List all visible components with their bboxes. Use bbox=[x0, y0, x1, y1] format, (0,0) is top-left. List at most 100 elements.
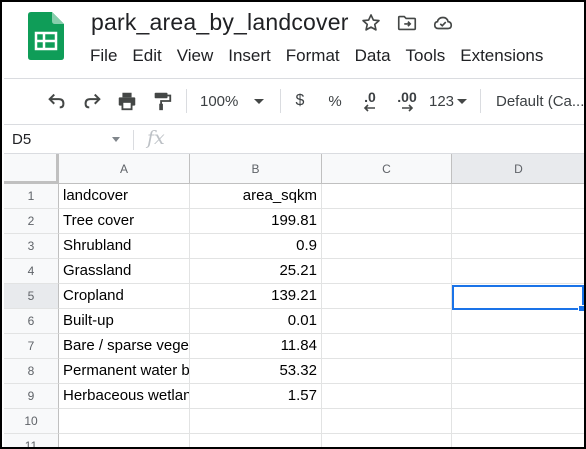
toolbar-divider bbox=[280, 89, 281, 113]
cell-d[interactable] bbox=[452, 309, 584, 334]
fill-handle[interactable] bbox=[578, 305, 584, 312]
column-header-c[interactable]: C bbox=[322, 154, 452, 184]
column-header-b[interactable]: B bbox=[190, 154, 322, 184]
cell-d[interactable] bbox=[452, 184, 584, 209]
row-header[interactable]: 3 bbox=[4, 234, 59, 259]
toolbar-divider bbox=[186, 89, 187, 113]
cell-d[interactable] bbox=[452, 384, 584, 409]
cell-b[interactable]: 0.9 bbox=[190, 234, 322, 259]
cell-c[interactable] bbox=[322, 409, 452, 434]
cell-b[interactable]: 139.21 bbox=[190, 284, 322, 309]
cell-d[interactable] bbox=[452, 209, 584, 234]
row-header[interactable]: 1 bbox=[4, 184, 59, 209]
document-title[interactable]: park_area_by_landcover bbox=[91, 9, 349, 36]
star-icon[interactable] bbox=[360, 12, 382, 34]
cell-a[interactable]: Permanent water bodies bbox=[59, 359, 190, 384]
cell-d[interactable] bbox=[452, 234, 584, 259]
column-header-d[interactable]: D bbox=[452, 154, 584, 184]
cell-b[interactable]: 11.84 bbox=[190, 334, 322, 359]
row-header[interactable]: 6 bbox=[4, 309, 59, 334]
more-formats-button[interactable]: 123 bbox=[426, 87, 470, 115]
menu-file[interactable]: File bbox=[90, 45, 117, 67]
cell-a[interactable]: Bare / sparse vegetation bbox=[59, 334, 190, 359]
cell-b[interactable] bbox=[190, 409, 322, 434]
increase-decimal-button[interactable]: .00 bbox=[392, 87, 422, 115]
cell-c[interactable] bbox=[322, 359, 452, 384]
move-to-folder-icon[interactable] bbox=[396, 12, 418, 34]
row-header[interactable]: 5 bbox=[4, 284, 59, 309]
name-box[interactable]: D5 bbox=[12, 131, 31, 148]
cell-b[interactable] bbox=[190, 434, 322, 447]
print-icon[interactable] bbox=[114, 87, 140, 115]
font-family-select[interactable]: Default (Ca... bbox=[496, 87, 584, 115]
cell-c[interactable] bbox=[322, 234, 452, 259]
cell-b[interactable]: 1.57 bbox=[190, 384, 322, 409]
cell-c[interactable] bbox=[322, 284, 452, 309]
cell-a[interactable]: Grassland bbox=[59, 259, 190, 284]
row-header[interactable]: 10 bbox=[4, 409, 59, 434]
paint-format-icon[interactable] bbox=[149, 87, 175, 115]
cell-d[interactable] bbox=[452, 409, 584, 434]
cell-a[interactable]: Tree cover bbox=[59, 209, 190, 234]
column-header-a[interactable]: A bbox=[59, 154, 190, 184]
cell-b[interactable]: 0.01 bbox=[190, 309, 322, 334]
cell-b[interactable]: 25.21 bbox=[190, 259, 322, 284]
undo-icon[interactable] bbox=[44, 87, 70, 115]
cell-c[interactable] bbox=[322, 184, 452, 209]
menu-extensions[interactable]: Extensions bbox=[460, 45, 543, 67]
chevron-down-icon bbox=[457, 98, 468, 104]
menu-view[interactable]: View bbox=[177, 45, 214, 67]
chevron-down-icon[interactable] bbox=[112, 137, 120, 142]
chevron-down-icon bbox=[254, 98, 265, 104]
row-header[interactable]: 7 bbox=[4, 334, 59, 359]
cell-a[interactable]: landcover bbox=[59, 184, 190, 209]
menu-data[interactable]: Data bbox=[355, 45, 391, 67]
cell-c[interactable] bbox=[322, 434, 452, 447]
cloud-saved-icon[interactable] bbox=[432, 12, 454, 34]
zoom-value: 100% bbox=[200, 92, 239, 110]
formula-divider bbox=[133, 130, 134, 150]
cell-c[interactable] bbox=[322, 334, 452, 359]
spreadsheet-window: park_area_by_landcover File Edit View Inser… bbox=[0, 0, 586, 449]
select-all-corner[interactable] bbox=[4, 154, 59, 184]
cell-d[interactable] bbox=[452, 359, 584, 384]
cell-a[interactable]: Shrubland bbox=[59, 234, 190, 259]
format-currency-button[interactable]: $ bbox=[290, 87, 310, 115]
menu-insert[interactable]: Insert bbox=[228, 45, 271, 67]
cell-b[interactable]: 53.32 bbox=[190, 359, 322, 384]
cell-a[interactable] bbox=[59, 409, 190, 434]
decrease-decimal-button[interactable]: .0 bbox=[356, 87, 384, 115]
cell-c[interactable] bbox=[322, 309, 452, 334]
toolbar-divider bbox=[480, 89, 481, 113]
cell-d[interactable] bbox=[452, 259, 584, 284]
cell-a[interactable]: Cropland bbox=[59, 284, 190, 309]
row-header[interactable]: 4 bbox=[4, 259, 59, 284]
google-sheets-logo[interactable] bbox=[28, 12, 64, 60]
cell-a[interactable]: Herbaceous wetland bbox=[59, 384, 190, 409]
cell-d[interactable] bbox=[452, 334, 584, 359]
toolbar: 100% $ % .0 .00 123 Default (Ca... bbox=[4, 78, 584, 122]
cell-c[interactable] bbox=[322, 384, 452, 409]
arrow-left-icon bbox=[363, 104, 375, 112]
arrow-right-icon bbox=[402, 104, 414, 112]
cell-a[interactable] bbox=[59, 434, 190, 447]
fx-icon: fx bbox=[147, 127, 165, 149]
menu-format[interactable]: Format bbox=[286, 45, 340, 67]
cell-c[interactable] bbox=[322, 259, 452, 284]
cell-d[interactable] bbox=[452, 284, 584, 309]
row-header[interactable]: 8 bbox=[4, 359, 59, 384]
redo-icon[interactable] bbox=[79, 87, 105, 115]
cell-a[interactable]: Built-up bbox=[59, 309, 190, 334]
formula-input[interactable] bbox=[184, 125, 584, 153]
row-header[interactable]: 2 bbox=[4, 209, 59, 234]
row-header[interactable]: 11 bbox=[4, 434, 59, 447]
cell-d[interactable] bbox=[452, 434, 584, 447]
format-percent-button[interactable]: % bbox=[325, 87, 345, 115]
menu-tools[interactable]: Tools bbox=[406, 45, 446, 67]
cell-b[interactable]: area_sqkm bbox=[190, 184, 322, 209]
menu-edit[interactable]: Edit bbox=[132, 45, 161, 67]
zoom-select[interactable]: 100% bbox=[200, 87, 270, 115]
row-header[interactable]: 9 bbox=[4, 384, 59, 409]
cell-b[interactable]: 199.81 bbox=[190, 209, 322, 234]
cell-c[interactable] bbox=[322, 209, 452, 234]
